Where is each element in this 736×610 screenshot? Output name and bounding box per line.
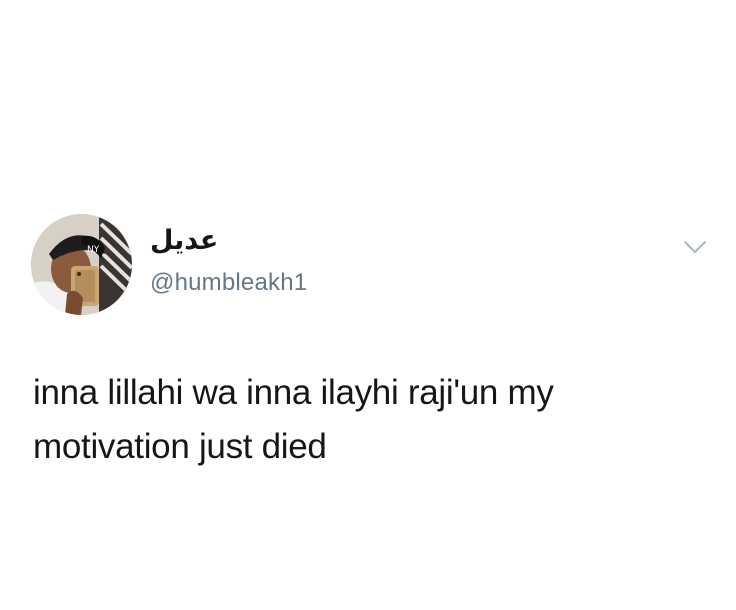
tweet-text: inna lillahi wa inna ilayhi raji'un my m… — [33, 373, 554, 466]
tweet-card: NY عديل @humbleakh1 inna lillahi wa inna… — [0, 0, 736, 610]
display-name[interactable]: عديل — [150, 224, 220, 258]
svg-text:NY: NY — [87, 245, 100, 255]
user-avatar[interactable]: NY — [31, 214, 132, 315]
user-handle[interactable]: @humbleakh1 — [150, 268, 307, 298]
chevron-down-icon[interactable] — [682, 238, 708, 256]
avatar-photo: NY — [31, 214, 132, 315]
